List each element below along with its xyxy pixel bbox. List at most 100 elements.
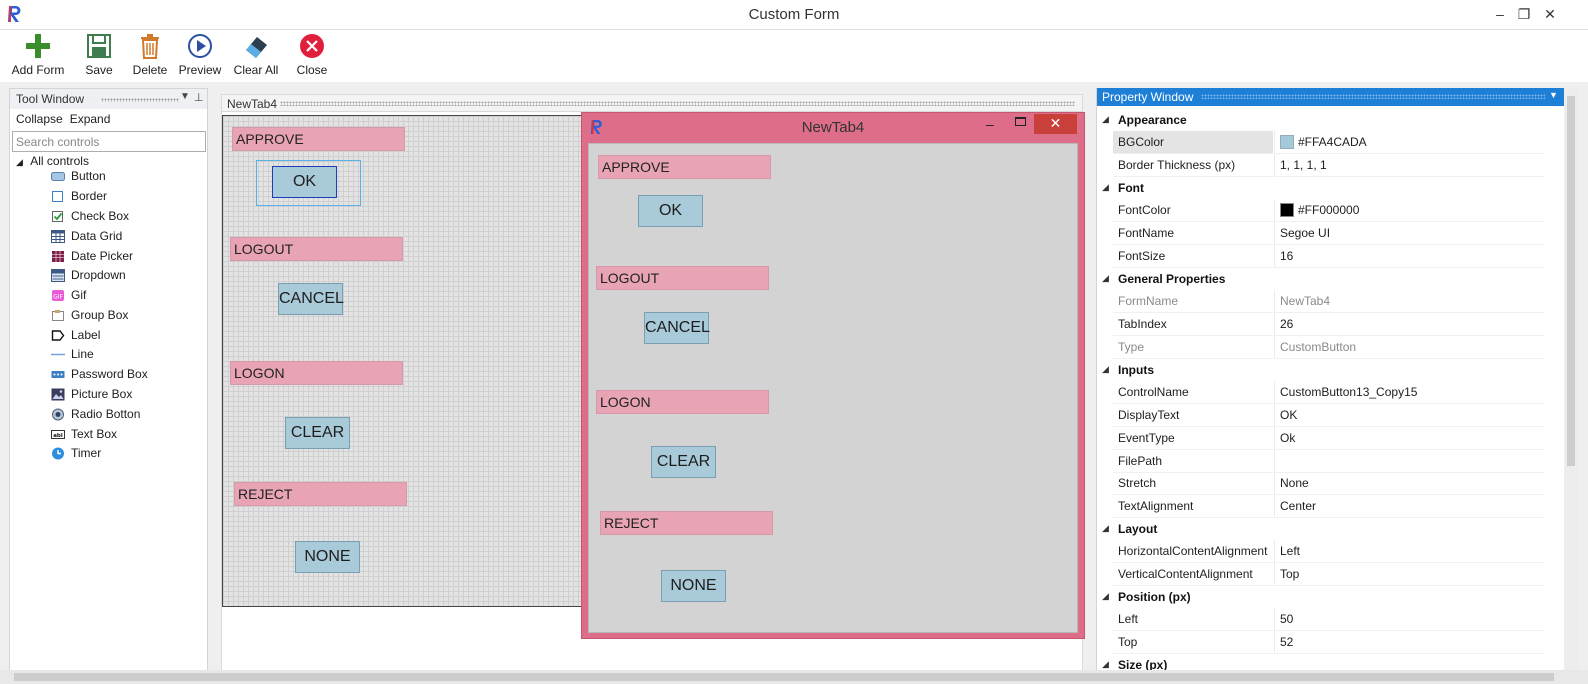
close-label: Close xyxy=(296,63,328,77)
prop-row-eventtype[interactable]: EventType Ok xyxy=(1097,427,1565,450)
collapse-arrow-icon[interactable]: ◢ xyxy=(1102,273,1109,284)
preview-button-clear[interactable]: CLEAR xyxy=(651,446,716,478)
dropdown-arrow-icon[interactable]: ▼ xyxy=(1549,90,1558,100)
close-button[interactable]: Close xyxy=(294,32,330,80)
drag-grip[interactable] xyxy=(101,98,179,102)
prop-row-border-thickness[interactable]: Border Thickness (px) 1, 1, 1, 1 xyxy=(1097,154,1565,177)
drag-grip[interactable] xyxy=(280,101,1075,106)
collapse-arrow-icon[interactable]: ◢ xyxy=(1102,659,1109,670)
prop-row-textalignment[interactable]: TextAlignment Center xyxy=(1097,495,1565,518)
minimize-button[interactable]: – xyxy=(1490,4,1510,24)
tree-root-label: All controls xyxy=(30,154,89,168)
drag-grip[interactable] xyxy=(1201,94,1545,99)
tool-window-header[interactable]: Tool Window ▼ ⊥ xyxy=(10,89,207,109)
textbox-icon: abl xyxy=(51,430,65,439)
radio-icon xyxy=(52,408,64,421)
preview-title-bar[interactable]: NewTab4 – ✕ xyxy=(582,113,1084,141)
design-label-logon[interactable]: LOGON xyxy=(230,361,403,385)
prop-row-bgcolor[interactable]: BGColor #FFA4CADA xyxy=(1097,131,1565,154)
prop-row-fontcolor[interactable]: FontColor #FF000000 xyxy=(1097,199,1565,222)
property-scrollbar[interactable] xyxy=(1565,88,1578,684)
design-button-clear[interactable]: CLEAR xyxy=(285,417,350,449)
svg-text:GIF: GIF xyxy=(53,294,63,301)
prop-row-filepath[interactable]: FilePath xyxy=(1097,450,1565,473)
prop-row-displaytext[interactable]: DisplayText OK xyxy=(1097,404,1565,427)
add-form-button[interactable]: Add Form xyxy=(10,32,66,80)
preview-label-logon: LOGON xyxy=(596,390,769,414)
category-layout[interactable]: ◢ Layout xyxy=(1097,518,1565,540)
design-label-approve[interactable]: APPROVE xyxy=(232,127,405,151)
preview-button-cancel[interactable]: CANCEL xyxy=(644,312,710,344)
border-icon xyxy=(52,191,63,202)
design-button-none[interactable]: NONE xyxy=(295,541,360,573)
collapse-arrow-icon[interactable]: ◢ xyxy=(1102,591,1109,602)
preview-button-none[interactable]: NONE xyxy=(661,570,726,602)
preview-close-button[interactable]: ✕ xyxy=(1034,114,1077,134)
preview-maximize-button[interactable] xyxy=(1015,117,1026,126)
collapse-arrow-icon[interactable]: ◢ xyxy=(1102,364,1109,375)
tool-window: Tool Window ▼ ⊥ Collapse Expand ◢ All con… xyxy=(9,88,208,678)
passwordbox-icon xyxy=(51,371,65,378)
tree-root[interactable]: ◢ All controls xyxy=(16,154,89,168)
category-position[interactable]: ◢ Position (px) xyxy=(1097,586,1565,608)
prop-row-top[interactable]: Top 52 xyxy=(1097,631,1565,654)
prop-row-tabindex[interactable]: TabIndex 26 xyxy=(1097,313,1565,336)
pin-icon[interactable]: ⊥ xyxy=(194,91,204,104)
expand-link[interactable]: Expand xyxy=(70,112,111,126)
label-icon xyxy=(51,330,65,341)
property-window-title: Property Window xyxy=(1102,90,1194,104)
save-button[interactable]: Save xyxy=(80,32,118,80)
picturebox-icon xyxy=(51,388,65,401)
prop-row-type: Type CustomButton xyxy=(1097,336,1565,359)
bgcolor-value[interactable]: #FFA4CADA xyxy=(1274,131,1544,154)
color-swatch xyxy=(1280,203,1294,217)
scrollbar-thumb[interactable] xyxy=(1567,96,1575,466)
design-label-reject[interactable]: REJECT xyxy=(234,482,407,506)
design-button-cancel[interactable]: CANCEL xyxy=(278,283,344,315)
preview-label: Preview xyxy=(178,63,222,77)
category-appearance[interactable]: ◢ Appearance xyxy=(1097,109,1565,131)
prop-row-controlname[interactable]: ControlName CustomButton13_Copy15 xyxy=(1097,381,1565,404)
play-icon xyxy=(188,34,212,58)
dropdown-arrow-icon[interactable]: ▼ xyxy=(180,91,190,102)
close-window-button[interactable]: ✕ xyxy=(1540,4,1560,24)
collapse-arrow-icon[interactable]: ◢ xyxy=(1102,182,1109,193)
preview-title: NewTab4 xyxy=(801,119,865,136)
preview-minimize-button[interactable]: – xyxy=(986,116,994,132)
collapse-arrow-icon[interactable]: ◢ xyxy=(1102,114,1109,125)
floppy-disk-icon xyxy=(87,34,111,58)
groupbox-icon xyxy=(52,310,64,321)
search-controls-input[interactable] xyxy=(12,131,206,152)
designer-tab-title: NewTab4 xyxy=(227,97,278,111)
collapse-arrow-icon[interactable]: ◢ xyxy=(1102,523,1109,534)
restore-button[interactable]: ❐ xyxy=(1514,4,1534,24)
category-general-properties[interactable]: ◢ General Properties xyxy=(1097,268,1565,290)
design-button-ok[interactable]: OK xyxy=(272,166,337,198)
prop-row-fontname[interactable]: FontName Segoe UI xyxy=(1097,222,1565,245)
fontcolor-value[interactable]: #FF000000 xyxy=(1274,199,1544,222)
clear-all-button[interactable]: Clear All xyxy=(232,32,280,80)
preview-label-logout: LOGOUT xyxy=(596,266,769,290)
preview-label-reject: REJECT xyxy=(600,511,773,535)
design-label-logout[interactable]: LOGOUT xyxy=(230,237,403,261)
delete-button[interactable]: Delete xyxy=(130,32,170,80)
collapse-arrow-icon[interactable]: ◢ xyxy=(16,157,23,167)
category-font[interactable]: ◢ Font xyxy=(1097,177,1565,199)
property-window: Property Window ▼ ◢ Appearance BGColor #… xyxy=(1096,88,1564,684)
window-title: Custom Form xyxy=(748,6,840,23)
preview-button-ok[interactable]: OK xyxy=(638,195,703,227)
prop-row-vertical-content-alignment[interactable]: VerticalContentAlignment Top xyxy=(1097,563,1565,586)
collapse-link[interactable]: Collapse xyxy=(16,112,63,126)
prop-row-horizontal-content-alignment[interactable]: HorizontalContentAlignment Left xyxy=(1097,540,1565,563)
category-inputs[interactable]: ◢ Inputs xyxy=(1097,359,1565,381)
prop-row-left[interactable]: Left 50 xyxy=(1097,608,1565,631)
prop-row-stretch[interactable]: Stretch None xyxy=(1097,472,1565,495)
svg-text:abl: abl xyxy=(53,433,63,439)
preview-button[interactable]: Preview xyxy=(178,32,222,80)
scrollbar-thumb[interactable] xyxy=(14,673,1554,681)
timer-icon xyxy=(52,447,64,460)
prop-row-fontsize[interactable]: FontSize 16 xyxy=(1097,245,1565,268)
designer-tab[interactable]: NewTab4 xyxy=(221,94,1083,112)
property-window-header[interactable]: Property Window ▼ xyxy=(1097,88,1564,106)
horizontal-scrollbar[interactable] xyxy=(0,670,1588,684)
